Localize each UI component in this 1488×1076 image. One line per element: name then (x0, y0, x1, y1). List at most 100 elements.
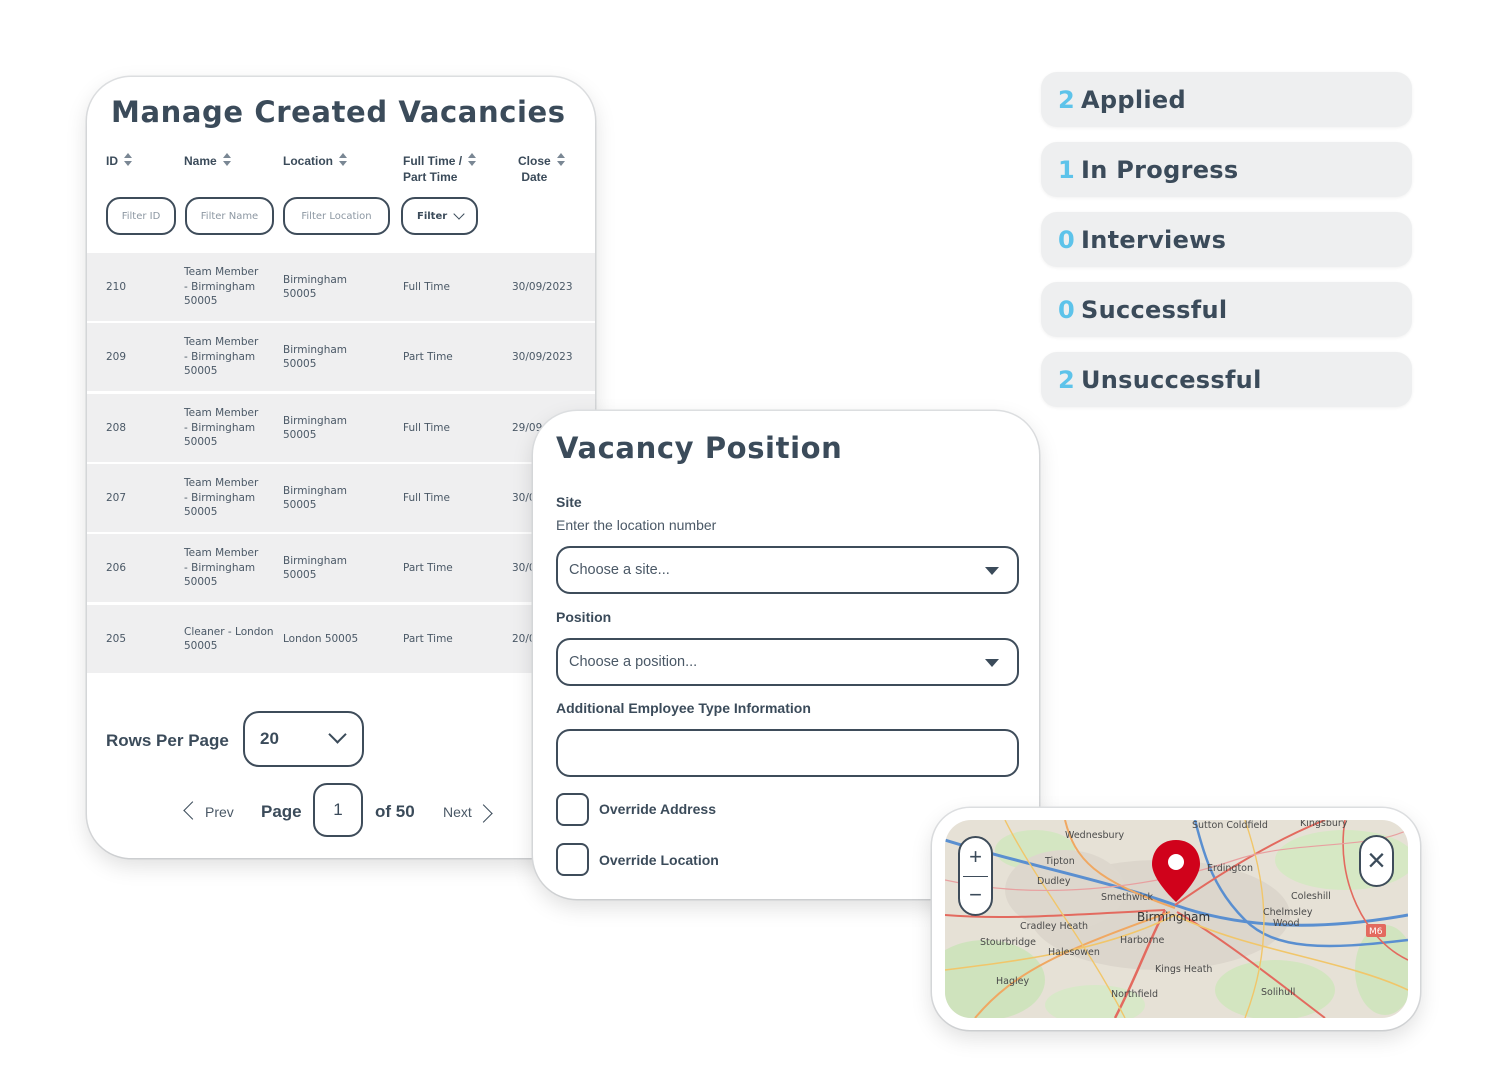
status-count: 2 (1058, 85, 1075, 114)
column-header-name[interactable]: Name (184, 153, 232, 169)
svg-text:Wednesbury: Wednesbury (1065, 830, 1124, 841)
cell-id: 206 (106, 561, 127, 574)
svg-text:Stourbridge: Stourbridge (980, 937, 1036, 948)
map-tiles: Sutton Coldfield Kingsbury Wednesbury Ti… (945, 820, 1408, 1018)
cell-name: Cleaner - London 50005 (184, 625, 274, 654)
chevron-down-icon (453, 208, 465, 220)
next-label: Next (443, 804, 472, 820)
position-label: Position (556, 609, 612, 625)
status-pill-in-progress[interactable]: 1 In Progress (1041, 142, 1412, 197)
status-count: 1 (1058, 155, 1075, 184)
cell-name-line: 50005 (184, 436, 218, 449)
cell-name-line: 50005 (184, 576, 218, 589)
zoom-in-button[interactable]: + (960, 838, 991, 876)
status-count: 2 (1058, 365, 1075, 394)
cell-name-line: Team Member (184, 407, 259, 420)
svg-text:Erdington: Erdington (1207, 863, 1253, 874)
position-select[interactable]: Choose a position... (556, 638, 1019, 686)
filter-location-input[interactable]: Filter Location (283, 197, 390, 235)
table-row[interactable]: 209 Team Member - Birmingham 50005 Birmingha… (87, 323, 595, 391)
status-label: Successful (1081, 295, 1228, 324)
page-total: of 50 (375, 802, 415, 821)
table-row[interactable]: 210 Team Member - Birmingham 50005 Birmingha… (87, 253, 595, 321)
cell-name-line: 50005 (184, 295, 218, 308)
status-pill-applied[interactable]: 2 Applied (1041, 72, 1412, 127)
column-header-label: Full Time / Part Time (403, 153, 462, 185)
cell-location-line: Birmingham (283, 343, 348, 356)
svg-text:Halesowen: Halesowen (1048, 947, 1100, 958)
cell-name: Team Member - Birmingham 50005 (184, 406, 258, 450)
cell-location: Birmingham 50005 (283, 554, 347, 583)
column-header-label: Name (184, 154, 217, 168)
cell-location-line: 50005 (283, 288, 317, 300)
table-row[interactable]: 206 Team Member - Birmingham 50005 Birmingha… (87, 534, 595, 602)
cell-location-line: 50005 (283, 429, 317, 441)
cell-location-line: Birmingham (283, 414, 348, 427)
svg-text:Smethwick: Smethwick (1101, 892, 1154, 903)
column-header-id[interactable]: ID (106, 153, 133, 169)
column-header-type[interactable]: Full Time / Part Time (403, 153, 477, 185)
additional-info-input[interactable] (556, 729, 1019, 777)
cell-location-line: Birmingham (283, 484, 348, 497)
svg-text:Birmingham: Birmingham (1137, 910, 1210, 924)
rows-per-page-select[interactable]: 20 (243, 711, 364, 767)
cell-name-line: - Birmingham (184, 350, 256, 363)
cell-name-line: - Birmingham (184, 280, 256, 293)
override-location-checkbox[interactable] (556, 843, 589, 876)
cell-type: Full Time (403, 491, 450, 504)
site-hint: Enter the location number (556, 517, 717, 533)
table-row[interactable]: 205 Cleaner - London 50005 London 50005 Part… (87, 605, 595, 673)
column-header-line: Close (518, 154, 551, 168)
sort-icon[interactable] (339, 153, 348, 167)
prev-label: Prev (205, 804, 234, 820)
status-pill-interviews[interactable]: 0 Interviews (1041, 212, 1412, 267)
sort-icon[interactable] (556, 153, 566, 167)
table-row[interactable]: 208 Team Member - Birmingham 50005 Birmingh… (87, 394, 595, 462)
svg-text:Harborne: Harborne (1120, 935, 1164, 946)
status-label: In Progress (1081, 155, 1239, 184)
cell-location-line: 50005 (283, 569, 317, 581)
cell-name-line: - Birmingham (184, 491, 256, 504)
column-header-close-date[interactable]: Close Date (518, 153, 566, 185)
svg-text:Coleshill: Coleshill (1291, 891, 1331, 902)
sort-icon[interactable] (222, 153, 232, 167)
caret-down-icon (985, 567, 999, 575)
status-count: 0 (1058, 225, 1075, 254)
status-pill-unsuccessful[interactable]: 2 Unsuccessful (1041, 352, 1412, 407)
map-view[interactable]: Sutton Coldfield Kingsbury Wednesbury Ti… (945, 820, 1408, 1018)
chevron-down-icon (328, 725, 347, 744)
column-header-line: Full Time / (403, 154, 463, 168)
status-label: Applied (1081, 85, 1186, 114)
status-label: Interviews (1081, 225, 1227, 254)
cell-location-line: Birmingham (283, 273, 348, 286)
cell-type: Part Time (403, 350, 453, 363)
status-pill-successful[interactable]: 0 Successful (1041, 282, 1412, 337)
cell-name-line: - Birmingham (184, 421, 256, 434)
rows-per-page-label: Rows Per Page (106, 731, 229, 750)
svg-text:Cradley Heath: Cradley Heath (1020, 921, 1088, 932)
chevron-right-icon (474, 804, 493, 823)
override-address-checkbox[interactable] (556, 793, 589, 826)
svg-text:Tipton: Tipton (1044, 856, 1075, 867)
cell-name-line: 50005 (184, 506, 218, 519)
site-select[interactable]: Choose a site... (556, 546, 1019, 594)
filter-name-input[interactable]: Filter Name (185, 197, 274, 235)
sort-icon[interactable] (124, 153, 133, 167)
cell-location: London 50005 (283, 632, 358, 647)
page-number-input[interactable]: 1 (313, 783, 363, 837)
cell-location: Birmingham 50005 (283, 273, 347, 302)
cell-type: Part Time (403, 561, 453, 574)
close-map-button[interactable]: × (1359, 835, 1394, 887)
filter-id-input[interactable]: Filter ID (106, 197, 176, 235)
cell-name-line: Team Member (184, 477, 259, 490)
svg-text:Chelmsley: Chelmsley (1263, 907, 1313, 918)
vacancies-title: Manage Created Vacancies (111, 95, 566, 129)
svg-text:Solihull: Solihull (1261, 987, 1295, 998)
svg-text:Kingsbury: Kingsbury (1300, 820, 1348, 829)
table-row[interactable]: 207 Team Member - Birmingham 50005 Birmingha… (87, 464, 595, 532)
sort-icon[interactable] (468, 153, 477, 167)
column-header-location[interactable]: Location (283, 153, 348, 169)
page-label: Page (261, 802, 302, 821)
zoom-out-button[interactable]: − (960, 877, 991, 915)
filter-type-dropdown[interactable]: Filter (401, 197, 478, 235)
